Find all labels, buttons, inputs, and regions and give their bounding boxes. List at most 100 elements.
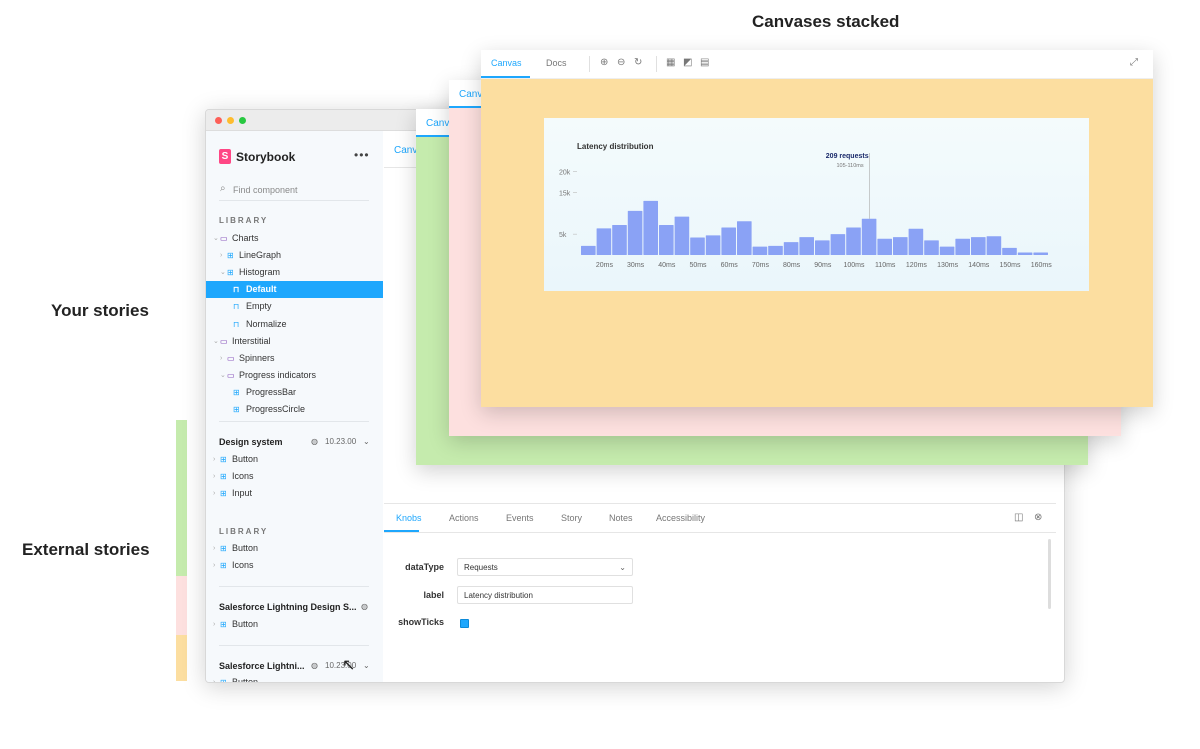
x-tick-label: 110ms: [875, 262, 896, 269]
chevron-down-icon: ⌄: [220, 371, 226, 379]
histogram-bar: [1033, 252, 1048, 255]
y-tick-label: 5k: [559, 232, 567, 239]
tab-knobs[interactable]: Knobs: [396, 513, 422, 523]
tree-item[interactable]: ⌄ ⊞ Histogram: [206, 264, 383, 281]
active-tab-indicator: [416, 135, 451, 137]
tree-item[interactable]: › ⊞ Button: [206, 451, 383, 468]
histogram-bar: [721, 227, 736, 255]
tree-item[interactable]: ⊓ Default: [206, 281, 383, 299]
component-icon: ⊞: [227, 268, 234, 278]
tree-item-label: Input: [232, 488, 253, 499]
zoom-window-button[interactable]: [239, 117, 246, 124]
zoom-reset-icon[interactable]: ↻: [634, 57, 642, 68]
component-icon: ⊞: [220, 455, 227, 464]
close-circle-icon[interactable]: ⊗: [1034, 512, 1042, 523]
search-input[interactable]: [233, 182, 363, 198]
tree-item[interactable]: ⌄ ▭ Progress indicators: [206, 367, 383, 384]
annotation-sublabel: 105-110ms: [836, 163, 863, 169]
more-menu-button[interactable]: •••: [354, 148, 370, 162]
tree-item[interactable]: ⌄ ▭ Interstitial: [206, 333, 383, 350]
divider: [589, 56, 590, 72]
salesforce-title-2[interactable]: Salesforce Lightni...: [219, 661, 305, 671]
globe-icon: ◍: [311, 437, 318, 446]
tree-item[interactable]: ⊞ ProgressCircle: [206, 401, 383, 418]
showticks-checkbox[interactable]: [460, 619, 469, 628]
tree-item[interactable]: ⊞ ProgressBar: [206, 384, 383, 401]
tree-item-label: Charts: [232, 233, 259, 243]
tree-item-label: Normalize: [246, 318, 287, 329]
panel-layout-icon[interactable]: ◫: [1014, 512, 1023, 523]
zoom-out-icon[interactable]: ⊖: [617, 57, 625, 68]
close-window-button[interactable]: [215, 117, 222, 124]
background-icon[interactable]: ◩: [683, 57, 692, 68]
tab-canvas[interactable]: Canvas: [491, 58, 522, 68]
histogram-bar: [596, 228, 612, 255]
zoom-in-icon[interactable]: ⊕: [600, 57, 608, 68]
datatype-select[interactable]: Requests ⌄: [457, 558, 633, 576]
tree-item[interactable]: › ⊞ Button: [206, 616, 383, 633]
tree-item[interactable]: ⌄ ▭ Charts: [206, 230, 383, 247]
histogram-bar: [846, 227, 861, 255]
folder-icon: ▭: [220, 336, 228, 346]
design-system-title[interactable]: Design system: [219, 437, 283, 447]
chevron-right-icon: ›: [213, 545, 216, 552]
histogram-bar: [737, 221, 752, 255]
histogram-bar: [659, 225, 674, 255]
fullscreen-icon[interactable]: ⤢: [1130, 57, 1138, 68]
tree-item[interactable]: › ▭ Spinners: [206, 350, 383, 367]
chevron-right-icon: ›: [213, 674, 215, 682]
bookmark-icon: ⊓: [233, 285, 240, 295]
tab-story[interactable]: Story: [561, 513, 582, 523]
addons-panel: Knobs Actions Events Story Notes Accessi…: [384, 503, 1056, 674]
canvases-stacked-heading: Canvases stacked: [752, 12, 900, 31]
canvas-yellow: Canvas Docs ⊕ ⊖ ↻ ▦ ◩ ▤ ⤢ Latency distri…: [481, 50, 1153, 407]
design-system-version[interactable]: 10.23.00: [325, 437, 356, 446]
tree-item[interactable]: › ⊞ Icons: [206, 557, 383, 574]
histogram-bar: [643, 200, 658, 255]
histogram-bar: [705, 235, 721, 255]
tree-item[interactable]: › ⊞ Icons: [206, 468, 383, 485]
x-tick-label: 40ms: [658, 262, 676, 269]
chevron-right-icon: ›: [213, 456, 216, 463]
salesforce-title-1[interactable]: Salesforce Lightning Design S...: [219, 602, 357, 612]
tab-actions[interactable]: Actions: [449, 513, 479, 523]
divider: [219, 586, 369, 587]
tree-item-label: Icons: [232, 471, 254, 482]
histogram-bar: [924, 240, 939, 255]
tree-item[interactable]: ⊓ Normalize: [206, 316, 383, 333]
brand[interactable]: S Storybook: [219, 149, 295, 164]
outline-icon[interactable]: ▤: [700, 57, 709, 68]
tab-docs[interactable]: Docs: [546, 58, 567, 68]
label-input[interactable]: Latency distribution: [457, 586, 633, 604]
tree-item[interactable]: › ⊞ Button: [206, 674, 383, 682]
component-icon: ⊞: [220, 544, 227, 553]
storybook-logo-icon: S: [219, 149, 231, 164]
panel-scrollbar[interactable]: [1048, 539, 1051, 609]
histogram-bar: [877, 238, 892, 255]
tree-item-label: Icons: [232, 560, 254, 571]
tree-item-label: ProgressBar: [246, 386, 297, 397]
tree-item[interactable]: › ⊞ Button: [206, 540, 383, 557]
grid-icon[interactable]: ▦: [666, 57, 675, 68]
tree-item[interactable]: ⊓ Empty: [206, 298, 383, 315]
external-stories-heading: External stories: [22, 540, 150, 559]
x-tick-label: 70ms: [752, 262, 770, 269]
tree-item-label: Spinners: [239, 352, 275, 363]
tab-events[interactable]: Events: [506, 513, 534, 523]
minimize-window-button[interactable]: [227, 117, 234, 124]
x-tick-label: 20ms: [596, 262, 614, 269]
tree-item[interactable]: › ⊞ LineGraph: [206, 247, 383, 264]
tree-item-label: Interstitial: [232, 335, 271, 346]
component-icon: ⊞: [233, 405, 240, 414]
tab-notes[interactable]: Notes: [609, 513, 633, 523]
tree-item[interactable]: › ⊞ Input: [206, 485, 383, 502]
tab-accessibility[interactable]: Accessibility: [656, 513, 705, 523]
mouse-cursor-icon: ↖: [342, 657, 356, 674]
globe-icon: ◍: [361, 602, 368, 611]
chevron-down-icon[interactable]: ⌄: [363, 437, 370, 446]
histogram-bar: [674, 216, 690, 255]
histogram-bar: [581, 245, 596, 255]
chevron-down-icon[interactable]: ⌄: [363, 661, 370, 670]
histogram-bar: [830, 234, 846, 255]
x-tick-label: 160ms: [1031, 262, 1053, 269]
